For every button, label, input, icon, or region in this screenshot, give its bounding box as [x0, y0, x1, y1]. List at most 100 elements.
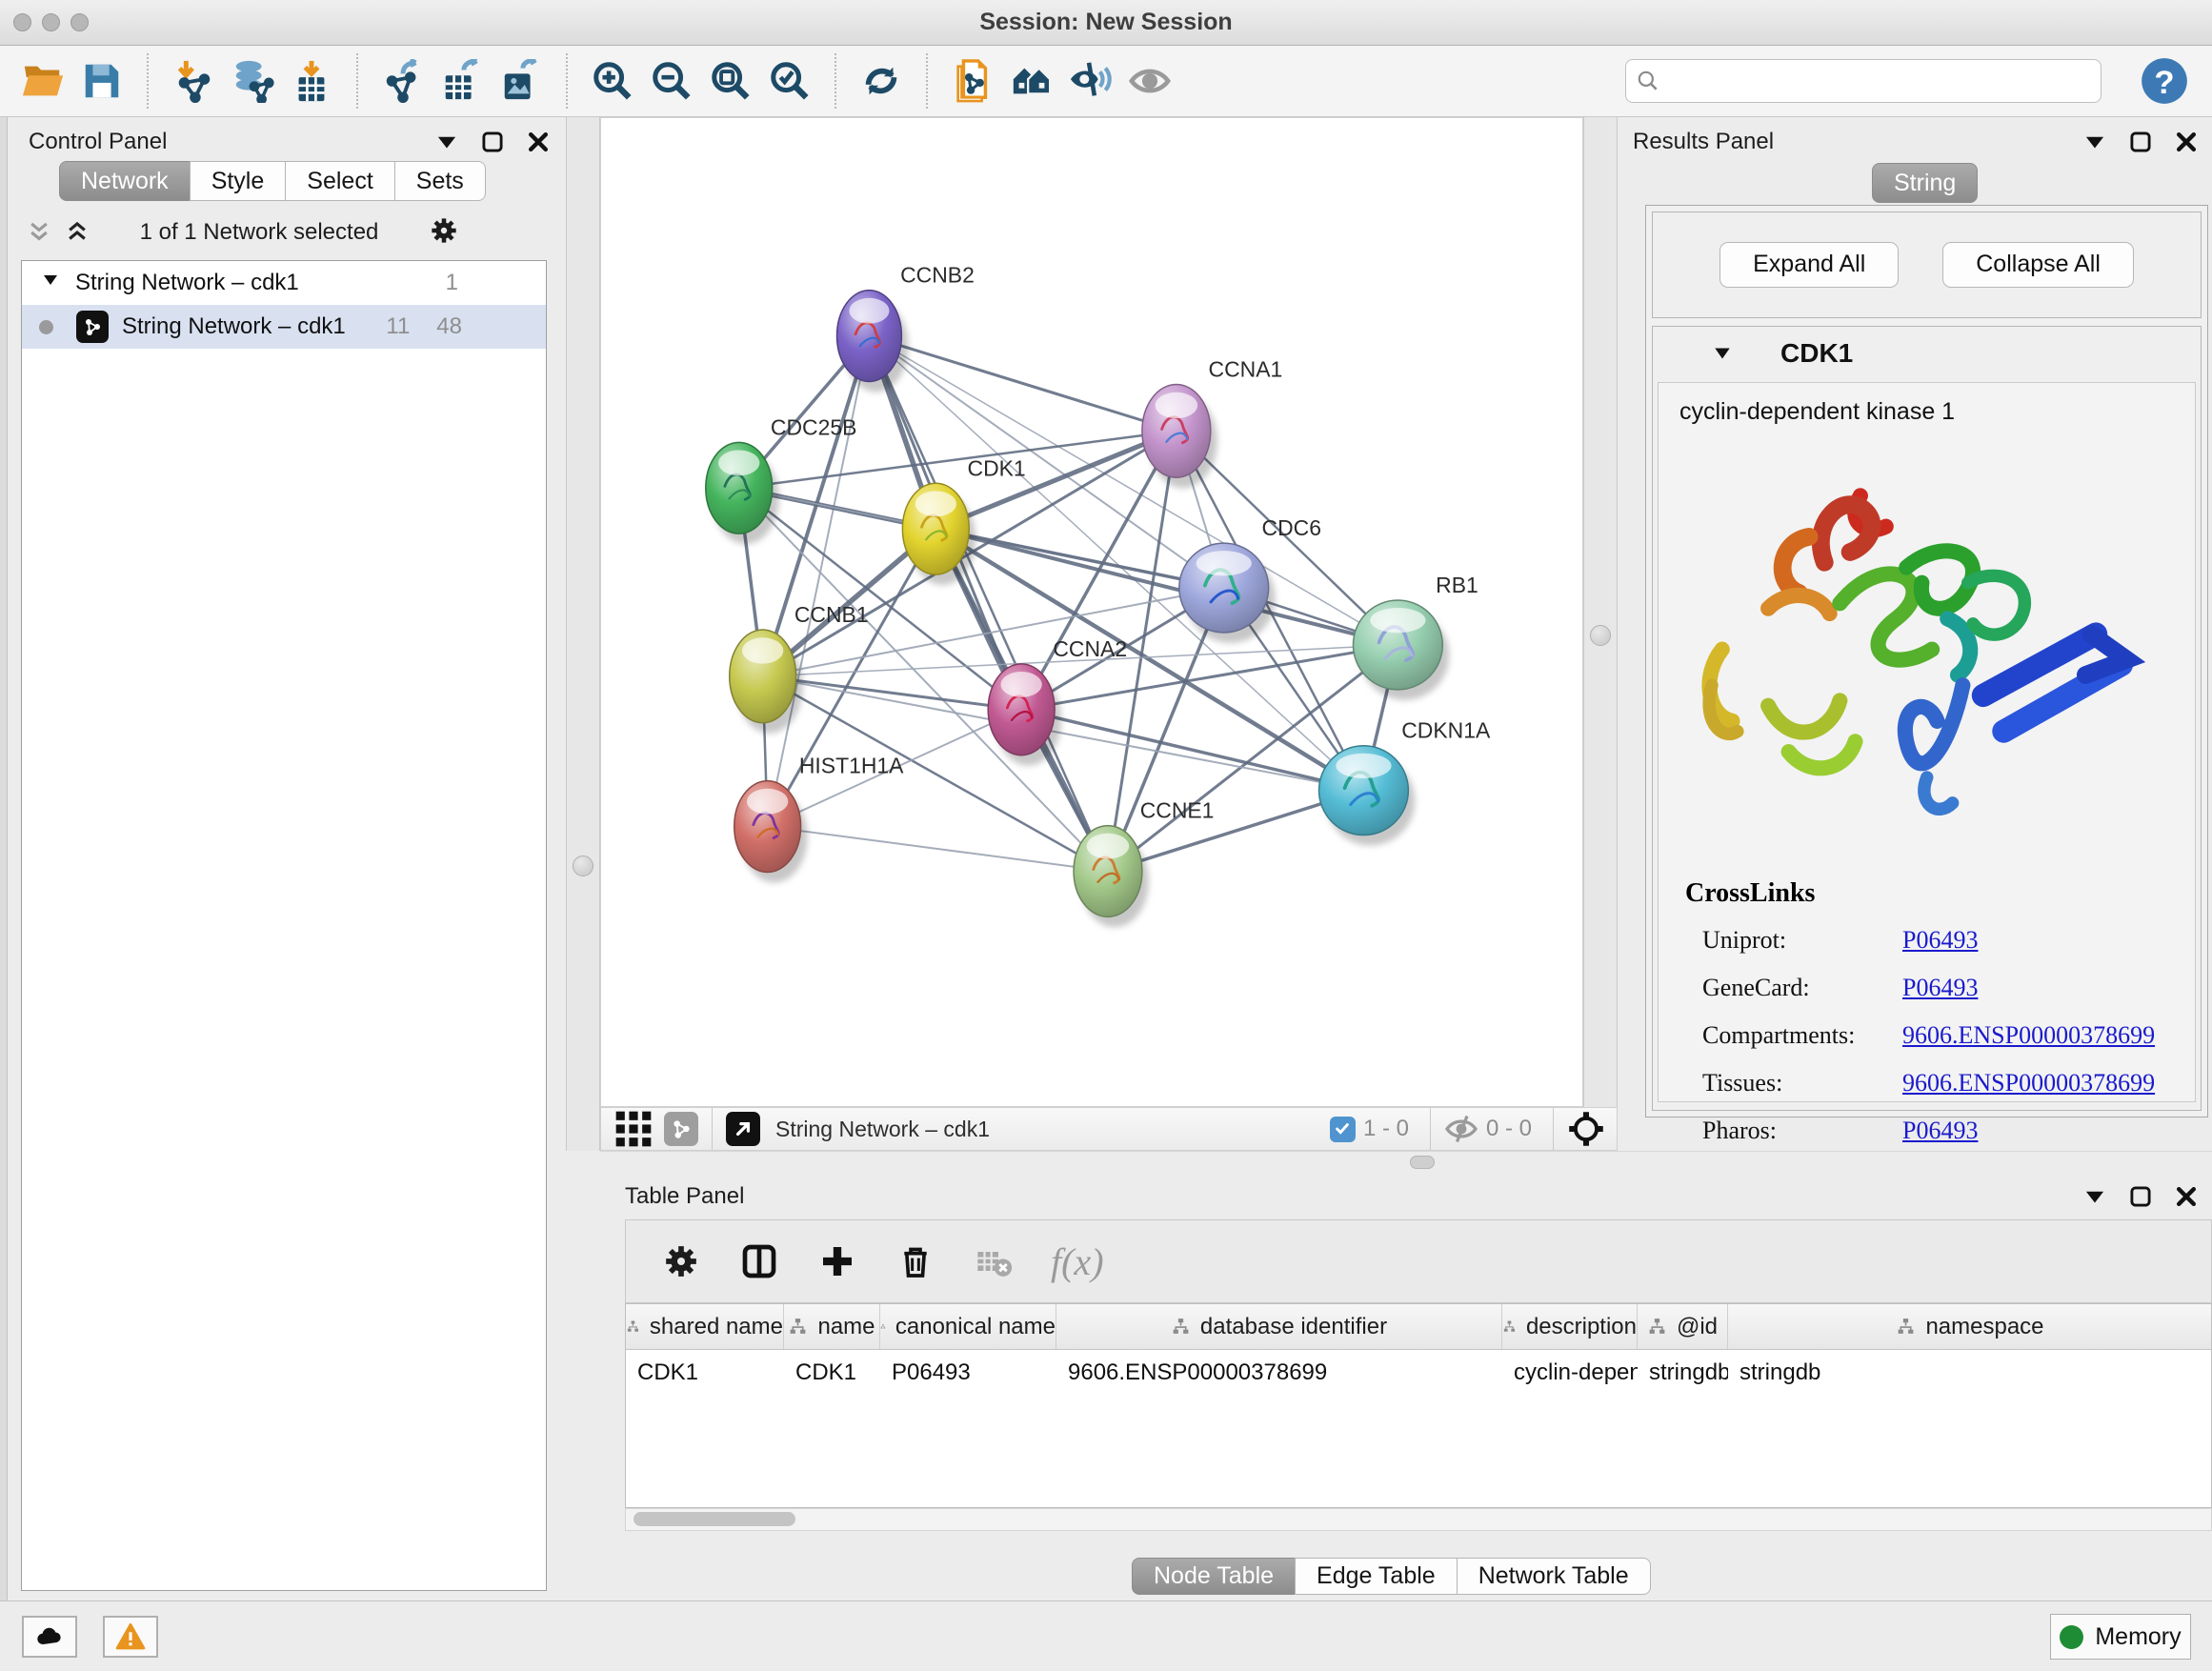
tab-sets[interactable]: Sets: [394, 161, 486, 201]
network-node-RB1[interactable]: RB1: [1353, 573, 1478, 700]
collapse-section-icon[interactable]: [1712, 343, 1733, 364]
float-panel-icon[interactable]: [2128, 130, 2153, 154]
crosslink-value-link[interactable]: P06493: [1902, 1117, 1978, 1145]
splitter-handle[interactable]: [1410, 1156, 1435, 1169]
table-cell[interactable]: cyclin-dependent ...: [1502, 1350, 1638, 1396]
column-header-database-identifier[interactable]: database identifier: [1056, 1304, 1502, 1349]
column-header-namespace[interactable]: namespace: [1728, 1304, 2212, 1349]
cloud-status-button[interactable]: [22, 1616, 77, 1658]
apply-layout-button[interactable]: [852, 51, 911, 111]
column-header-description[interactable]: description: [1502, 1304, 1638, 1349]
float-panel-icon[interactable]: [480, 130, 505, 154]
table-cell[interactable]: 9606.ENSP00000378699: [1056, 1350, 1502, 1396]
export-network-button[interactable]: [373, 51, 432, 111]
network-options-button[interactable]: [429, 215, 459, 251]
edge-CCNA2-CDKN1A[interactable]: [1021, 710, 1363, 791]
float-panel-icon[interactable]: [2128, 1184, 2153, 1209]
edge-HIST1H1A-CCNE1[interactable]: [768, 827, 1108, 872]
zoom-selected-button[interactable]: [760, 51, 819, 111]
column-header-name[interactable]: name: [784, 1304, 880, 1349]
collapse-all-button[interactable]: Collapse All: [1942, 242, 2134, 288]
tab-node-table[interactable]: Node Table: [1132, 1558, 1296, 1595]
create-column-button[interactable]: [816, 1240, 858, 1282]
splitter-handle[interactable]: [1590, 625, 1611, 646]
home-button[interactable]: [1002, 51, 1061, 111]
close-panel-icon[interactable]: [2174, 1184, 2199, 1209]
collapse-all-icon[interactable]: [27, 220, 51, 245]
network-node-CCNB1[interactable]: CCNB1: [730, 602, 869, 734]
crosslink-value-link[interactable]: 9606.ENSP00000378699: [1902, 1021, 2155, 1050]
table-cell[interactable]: stringdb:9...: [1638, 1350, 1728, 1396]
import-network-from-database-button[interactable]: [223, 51, 282, 111]
gene-section-header[interactable]: CDK1: [1653, 327, 2201, 380]
show-columns-button[interactable]: [738, 1240, 780, 1282]
network-from-file-button[interactable]: [943, 51, 1002, 111]
zoom-out-button[interactable]: [642, 51, 701, 111]
network-node-CDC25B[interactable]: CDC25B: [706, 414, 857, 544]
grid-view-button[interactable]: [613, 1108, 654, 1150]
table-cell[interactable]: CDK1: [626, 1350, 784, 1396]
table-cell[interactable]: CDK1: [784, 1350, 880, 1396]
delete-columns-button[interactable]: [895, 1240, 936, 1282]
search-input[interactable]: [1668, 67, 2091, 95]
panel-menu-icon[interactable]: [2082, 1184, 2107, 1209]
network-canvas[interactable]: CCNB2 CCNA1 CDC25B CDK1 CDC6 RB1 CCNB1 CCNA2 CDK…: [600, 117, 1583, 1107]
show-graphics-details-button[interactable]: [1120, 51, 1179, 111]
tab-style[interactable]: Style: [190, 161, 287, 201]
delete-table-button[interactable]: [973, 1240, 1015, 1282]
selected-nodes-checkbox[interactable]: [1330, 1117, 1356, 1142]
tab-network[interactable]: Network: [59, 161, 191, 201]
detach-view-button[interactable]: [726, 1112, 760, 1146]
network-node-HIST1H1A[interactable]: HIST1H1A: [734, 754, 904, 883]
column-header-shared-name[interactable]: shared name: [626, 1304, 784, 1349]
network-node-CDKN1A[interactable]: CDKN1A: [1319, 718, 1491, 846]
column-header-canonical-name[interactable]: canonical name: [880, 1304, 1056, 1349]
expand-all-icon[interactable]: [65, 220, 90, 245]
expand-all-button[interactable]: Expand All: [1719, 242, 1899, 288]
hide-graphics-details-button[interactable]: [1061, 51, 1120, 111]
close-panel-icon[interactable]: [2174, 130, 2199, 154]
edge-CCNB2-CCNA1[interactable]: [869, 336, 1176, 432]
panel-menu-icon[interactable]: [434, 130, 459, 154]
table-row[interactable]: CDK1CDK1P064939606.ENSP00000378699cyclin…: [626, 1350, 2211, 1396]
pan-crosshair-icon[interactable]: [1567, 1110, 1605, 1148]
crosslink-value-link[interactable]: P06493: [1902, 926, 1978, 955]
memory-button[interactable]: Memory: [2050, 1614, 2191, 1660]
network-node-CCNE1[interactable]: CCNE1: [1074, 798, 1214, 928]
tab-edge-table[interactable]: Edge Table: [1295, 1558, 1458, 1595]
network-node-CDC6[interactable]: CDC6: [1179, 515, 1321, 643]
tab-network-table[interactable]: Network Table: [1457, 1558, 1651, 1595]
network-view[interactable]: CCNB2 CCNA1 CDC25B CDK1 CDC6 RB1 CCNB1 CCNA2 CDK…: [601, 118, 1582, 1106]
save-session-button[interactable]: [72, 51, 131, 111]
network-node-CDK1[interactable]: CDK1: [902, 455, 1025, 585]
edge-CCNB2-CCNE1[interactable]: [869, 336, 1108, 872]
open-session-button[interactable]: [13, 51, 72, 111]
network-view-button[interactable]: [664, 1112, 698, 1146]
import-table-button[interactable]: [282, 51, 341, 111]
warnings-button[interactable]: [103, 1616, 158, 1658]
network-node-CCNA2[interactable]: CCNA2: [988, 636, 1127, 766]
tab-string[interactable]: String: [1872, 163, 1978, 203]
function-builder-button[interactable]: f(x): [1051, 1239, 1104, 1284]
scrollbar-thumb[interactable]: [633, 1512, 795, 1526]
splitter-handle[interactable]: [573, 856, 593, 876]
zoom-fit-button[interactable]: [701, 51, 760, 111]
network-row[interactable]: String Network – cdk1 11 48: [22, 305, 546, 349]
zoom-in-button[interactable]: [583, 51, 642, 111]
export-table-button[interactable]: [432, 51, 492, 111]
table-cell[interactable]: stringdb: [1728, 1350, 2212, 1396]
network-node-CCNB2[interactable]: CCNB2: [837, 263, 975, 393]
network-collection-row[interactable]: String Network – cdk1 1: [22, 261, 546, 305]
crosslink-value-link[interactable]: P06493: [1902, 974, 1978, 1002]
help-button[interactable]: ?: [2140, 56, 2189, 106]
column-header--id[interactable]: @id: [1638, 1304, 1728, 1349]
import-network-from-file-button[interactable]: [164, 51, 223, 111]
close-panel-icon[interactable]: [526, 130, 551, 154]
crosslink-value-link[interactable]: 9606.ENSP00000378699: [1902, 1069, 2155, 1097]
panel-menu-icon[interactable]: [2082, 130, 2107, 154]
export-image-button[interactable]: [492, 51, 551, 111]
network-node-CCNA1[interactable]: CCNA1: [1142, 356, 1282, 488]
table-cell[interactable]: P06493: [880, 1350, 1056, 1396]
tree-expand-icon[interactable]: [41, 270, 60, 296]
right-splitter[interactable]: [1583, 117, 1618, 1151]
